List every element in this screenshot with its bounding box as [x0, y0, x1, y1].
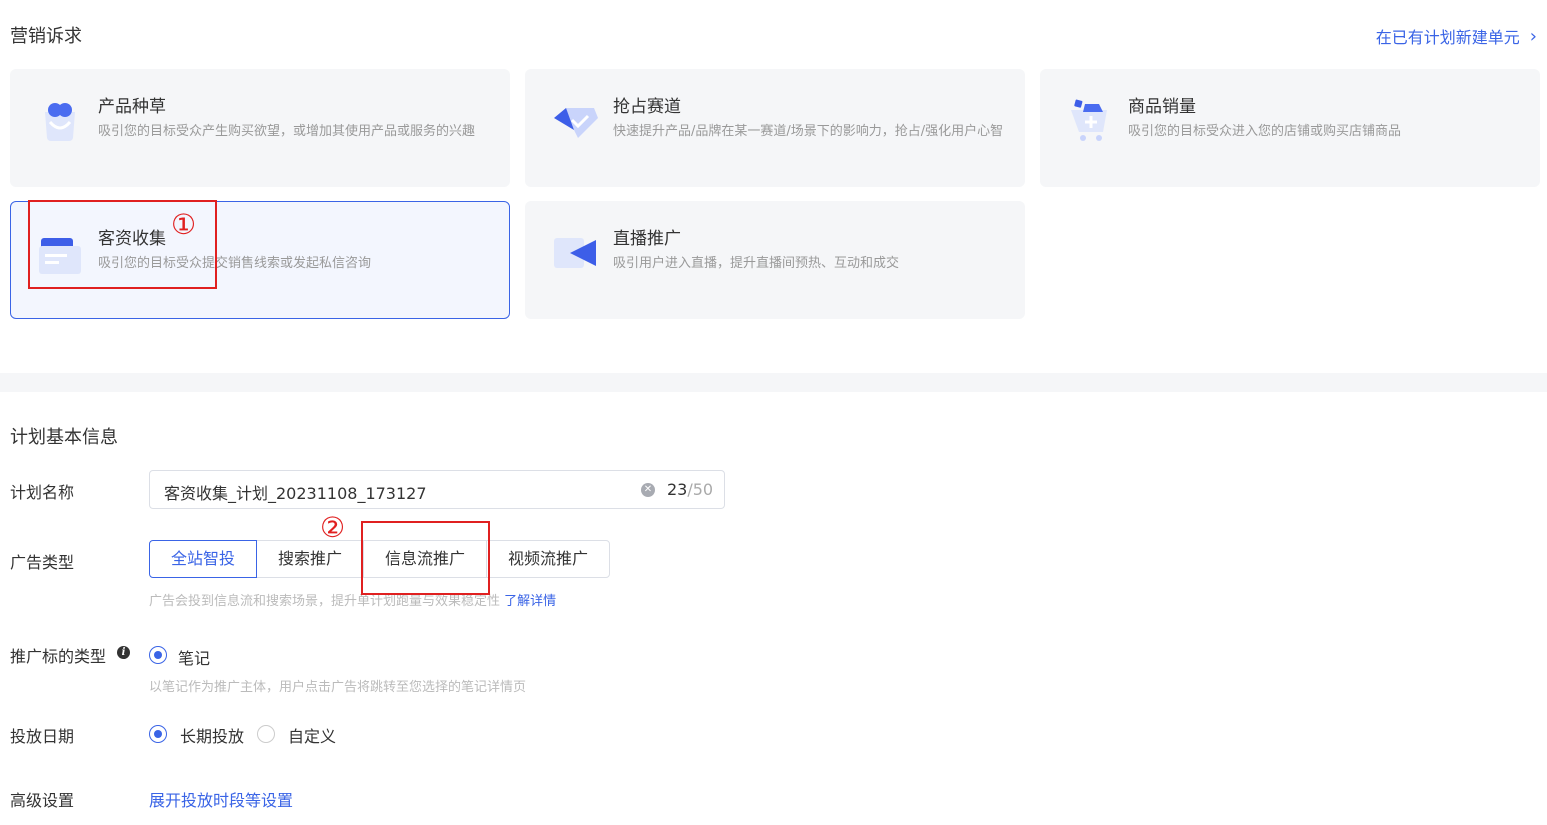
learn-more-link[interactable]: 了解详情: [504, 594, 556, 609]
shopping-cart-icon: [1071, 99, 1107, 141]
annotation-box-2: [361, 521, 490, 595]
ad-type-option-full-site[interactable]: 全站智投: [149, 540, 257, 578]
diamond-check-icon: [554, 108, 598, 138]
marketing-card-live[interactable]: 直播推广 吸引用户进入直播，提升直播间预热、互动和成交: [525, 201, 1025, 319]
marketing-card-track[interactable]: 抢占赛道 快速提升产品/品牌在某一赛道/场景下的影响力，抢占/强化用户心智: [525, 69, 1025, 187]
clear-icon[interactable]: ✕: [641, 483, 655, 497]
chevron-right-icon: ›: [1529, 25, 1537, 47]
expand-advanced-link[interactable]: 展开投放时段等设置: [149, 787, 293, 811]
card-desc: 吸引您的目标受众产生购买欲望，或增加其使用产品或服务的兴趣: [98, 124, 476, 139]
video-camera-icon: [554, 238, 596, 268]
card-desc: 快速提升产品/品牌在某一赛道/场景下的影响力，抢占/强化用户心智: [613, 124, 1004, 139]
target-type-hint: 以笔记作为推广主体，用户点击广告将跳转至您选择的笔记详情页: [149, 680, 527, 695]
marketing-section-title: 营销诉求: [10, 26, 82, 47]
card-title: 商品销量: [1128, 97, 1196, 117]
date-long-term-radio[interactable]: [149, 725, 167, 743]
ad-type-label: 广告类型: [10, 553, 75, 572]
grass-bag-icon: [45, 103, 75, 141]
card-title: 产品种草: [98, 97, 166, 117]
card-desc: 吸引用户进入直播，提升直播间预热、互动和成交: [613, 256, 900, 271]
plan-name-input[interactable]: 客资收集_计划_20231108_173127 ✕ 23/50: [149, 470, 725, 509]
char-max: /50: [687, 480, 714, 499]
marketing-card-product-seeding[interactable]: 产品种草 吸引您的目标受众产生购买欲望，或增加其使用产品或服务的兴趣: [10, 69, 510, 187]
plan-name-value: 客资收集_计划_20231108_173127: [164, 484, 427, 503]
card-title: 直播推广: [613, 229, 681, 249]
new-unit-link[interactable]: 在已有计划新建单元 ›: [1376, 24, 1537, 48]
info-icon[interactable]: i: [117, 646, 130, 659]
annotation-number-1: ①: [171, 208, 197, 241]
target-note-label[interactable]: 笔记: [178, 645, 210, 669]
plan-section-title: 计划基本信息: [10, 427, 118, 448]
ad-type-hint-text: 广告会投到信息流和搜索场景，提升单计划跑量与效果稳定性: [149, 594, 501, 609]
ad-type-hint: 广告会投到信息流和搜索场景，提升单计划跑量与效果稳定性 了解详情: [149, 590, 556, 609]
date-custom-label[interactable]: 自定义: [288, 723, 336, 747]
date-custom-radio[interactable]: [257, 725, 275, 743]
ad-type-option-video-feed[interactable]: 视频流推广: [486, 540, 610, 578]
target-type-label: 推广标的类型: [10, 647, 107, 666]
card-title: 抢占赛道: [613, 97, 681, 117]
card-desc: 吸引您的目标受众进入您的店铺或购买店铺商品: [1128, 124, 1402, 139]
annotation-number-2: ②: [320, 511, 346, 544]
ad-type-option-search[interactable]: 搜索推广: [256, 540, 364, 578]
target-note-radio[interactable]: [149, 646, 167, 664]
new-unit-link-label: 在已有计划新建单元: [1375, 28, 1520, 47]
marketing-card-sales[interactable]: 商品销量 吸引您的目标受众进入您的店铺或购买店铺商品: [1040, 69, 1540, 187]
plan-name-label: 计划名称: [10, 483, 75, 502]
char-counter: 23/50: [667, 480, 713, 499]
date-long-term-label[interactable]: 长期投放: [180, 723, 244, 747]
advanced-label: 高级设置: [10, 791, 75, 810]
section-divider: [0, 373, 1547, 392]
char-count: 23: [667, 480, 688, 499]
date-label: 投放日期: [10, 727, 75, 746]
